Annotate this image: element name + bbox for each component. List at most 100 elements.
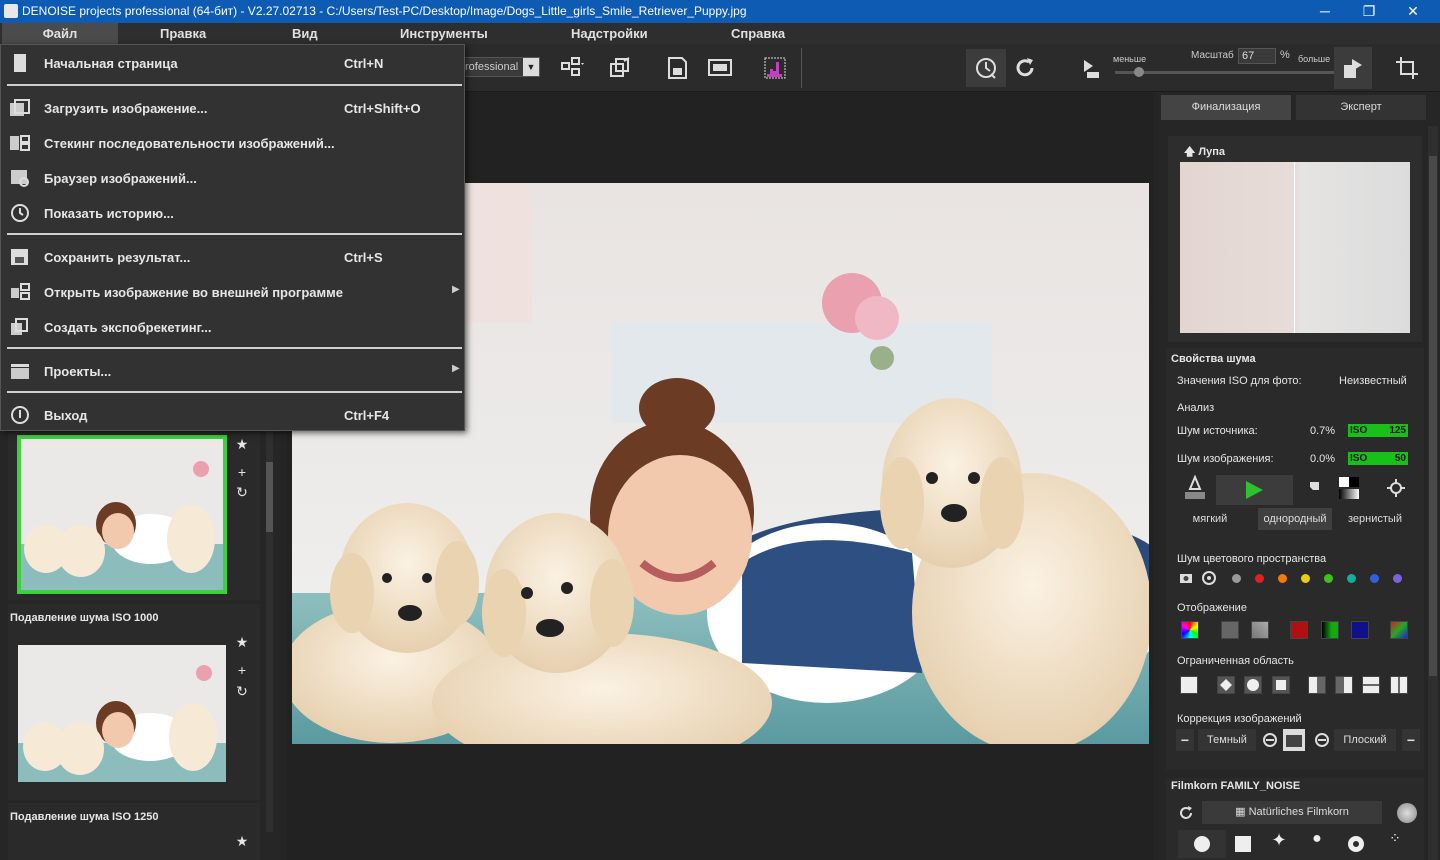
settings-scrollbar[interactable] xyxy=(1428,126,1438,860)
save-as-button[interactable] xyxy=(660,51,694,85)
area-circle-icon[interactable] xyxy=(1244,676,1262,694)
presets-scrollbar[interactable] xyxy=(266,422,273,832)
menu-addons[interactable]: Надстройки xyxy=(571,26,648,41)
color-channel-dot[interactable] xyxy=(1301,574,1310,583)
menu-edit[interactable]: Правка xyxy=(160,26,206,41)
refresh-icon[interactable]: ↻ xyxy=(234,683,250,700)
zoom-out-button[interactable] xyxy=(1076,51,1110,85)
display-mixed-icon[interactable] xyxy=(1390,621,1408,639)
presets-scrollbar-thumb[interactable] xyxy=(266,462,273,532)
close-button[interactable]: ✕ xyxy=(1390,0,1436,23)
history-compare-button[interactable] xyxy=(966,49,1006,87)
gear-icon[interactable] xyxy=(1386,478,1406,498)
correction-flat-button[interactable]: Плоский xyxy=(1334,729,1396,751)
menu-file[interactable]: Файл xyxy=(2,23,118,44)
display-color-icon[interactable] xyxy=(1181,621,1199,639)
menu-item-history[interactable]: Показать историю... xyxy=(1,195,464,229)
correction-dark-button[interactable]: Темный xyxy=(1198,729,1256,751)
favorite-star-icon[interactable]: ★ xyxy=(234,436,250,453)
add-plus-icon[interactable]: + xyxy=(234,464,250,480)
color-channel-dot[interactable] xyxy=(1255,574,1264,583)
color-sync-icon[interactable] xyxy=(1201,570,1217,586)
menu-item-projects[interactable]: Проекты... ▶ xyxy=(1,353,464,387)
correction-minus-right[interactable]: − xyxy=(1402,729,1420,751)
favorite-star-icon[interactable]: ★ xyxy=(234,833,250,850)
grain-soft-button[interactable]: мягкий xyxy=(1177,508,1243,530)
add-plus-icon[interactable]: + xyxy=(234,662,250,678)
tab-finalization[interactable]: Финализация xyxy=(1161,95,1291,120)
correction-sync-icon[interactable] xyxy=(1262,732,1278,748)
zoom-slider-thumb[interactable] xyxy=(1134,67,1144,77)
menu-item-image-browser[interactable]: Браузер изображений... xyxy=(1,160,464,194)
menu-item-load-image[interactable]: Загрузить изображение... Ctrl+Shift+O xyxy=(1,90,464,124)
contrast-icon[interactable] xyxy=(1337,475,1361,501)
menu-tools[interactable]: Инструменты xyxy=(400,26,488,41)
preset-select[interactable]: rofessional ▼ xyxy=(460,57,540,77)
color-channel-dot[interactable] xyxy=(1278,574,1287,583)
area-square-icon[interactable] xyxy=(1272,676,1290,694)
export-button[interactable] xyxy=(603,51,637,85)
grain-ball-icon[interactable] xyxy=(1397,803,1417,823)
refresh-icon[interactable]: ↻ xyxy=(234,484,250,501)
area-full-icon[interactable] xyxy=(1180,676,1198,694)
shape-scatter-button[interactable]: ⁘ xyxy=(1380,830,1410,858)
correction-sync-icon[interactable] xyxy=(1314,732,1330,748)
loupe-split-line[interactable] xyxy=(1294,162,1295,333)
shape-drop-button[interactable]: ● xyxy=(1302,830,1332,858)
zoom-input[interactable]: 67 xyxy=(1238,48,1276,64)
noise-brush-icon[interactable] xyxy=(1183,474,1207,501)
color-channel-dot[interactable] xyxy=(1347,574,1356,583)
area-left-half-icon[interactable] xyxy=(1308,676,1326,694)
menu-view[interactable]: Вид xyxy=(292,26,318,41)
preset-thumbnail[interactable] xyxy=(18,645,226,782)
area-right-half-icon[interactable] xyxy=(1335,676,1353,694)
iso-value[interactable]: Неизвестный xyxy=(1339,375,1407,387)
refresh-icon[interactable] xyxy=(1178,805,1194,821)
camera-icon[interactable] xyxy=(1179,571,1193,585)
color-channel-dot[interactable] xyxy=(1370,574,1379,583)
grain-coarse-button[interactable]: зернистый xyxy=(1342,508,1408,530)
shape-star-button[interactable]: ✦ xyxy=(1264,830,1294,858)
menu-item-home[interactable]: Начальная страница Ctrl+N xyxy=(1,45,464,79)
shape-square-button[interactable] xyxy=(1228,830,1258,858)
grain-uniform-button[interactable]: однородный xyxy=(1258,508,1332,530)
display-green-icon[interactable] xyxy=(1321,621,1339,639)
shape-circle-button[interactable] xyxy=(1178,830,1226,858)
preset-card-selected[interactable]: ★ + ↻ xyxy=(8,432,260,600)
color-channel-dot[interactable] xyxy=(1324,574,1333,583)
crop-rotate-button[interactable] xyxy=(1390,51,1424,85)
menu-item-open-external[interactable]: Открыть изображение во внешней программе… xyxy=(1,274,464,308)
fullscreen-button[interactable] xyxy=(703,51,737,85)
menu-item-save-result[interactable]: Сохранить результат... Ctrl+S xyxy=(1,239,464,273)
color-channel-dot[interactable] xyxy=(1393,574,1402,583)
correction-minus-left[interactable]: − xyxy=(1176,729,1194,751)
compare-layout-button[interactable] xyxy=(555,51,589,85)
zoom-slider[interactable] xyxy=(1115,67,1335,77)
display-red-icon[interactable] xyxy=(1290,621,1308,639)
area-diamond-icon[interactable] xyxy=(1217,676,1235,694)
area-vertical-icon[interactable] xyxy=(1390,676,1408,694)
menu-item-exit[interactable]: Выход Ctrl+F4 xyxy=(1,397,464,431)
area-horizontal-icon[interactable] xyxy=(1362,676,1380,694)
preset-card[interactable]: Подавление шума ISO 1000 ★ + ↻ xyxy=(8,604,260,800)
display-texture-icon[interactable] xyxy=(1251,621,1269,639)
run-analysis-button[interactable] xyxy=(1216,475,1293,505)
settings-scrollbar-thumb[interactable] xyxy=(1429,156,1437,676)
zoom-in-button[interactable] xyxy=(1334,47,1372,89)
menu-item-exposure-bracketing[interactable]: Создать экспобрекетинг... xyxy=(1,309,464,343)
color-channel-dot[interactable] xyxy=(1232,574,1241,583)
minimize-button[interactable]: ─ xyxy=(1302,0,1348,23)
tab-expert[interactable]: Эксперт xyxy=(1296,95,1426,120)
preset-card[interactable]: Подавление шума ISO 1250 ★ xyxy=(8,803,260,860)
filmkorn-select[interactable]: ▦ Natürliches Filmkorn xyxy=(1202,801,1382,824)
histogram-button[interactable] xyxy=(758,51,792,85)
display-camera-icon[interactable] xyxy=(1221,621,1239,639)
menu-help[interactable]: Справка xyxy=(731,26,785,41)
preset-thumbnail-selected[interactable] xyxy=(17,435,227,594)
menu-item-stacking[interactable]: Стекинг последовательности изображений..… xyxy=(1,125,464,159)
maximize-button[interactable]: ❐ xyxy=(1346,0,1392,23)
correction-image-icon[interactable] xyxy=(1283,729,1305,751)
display-blue-icon[interactable] xyxy=(1351,621,1369,639)
redo-button[interactable] xyxy=(1008,51,1042,85)
pointer-hand-icon[interactable] xyxy=(1304,478,1324,498)
